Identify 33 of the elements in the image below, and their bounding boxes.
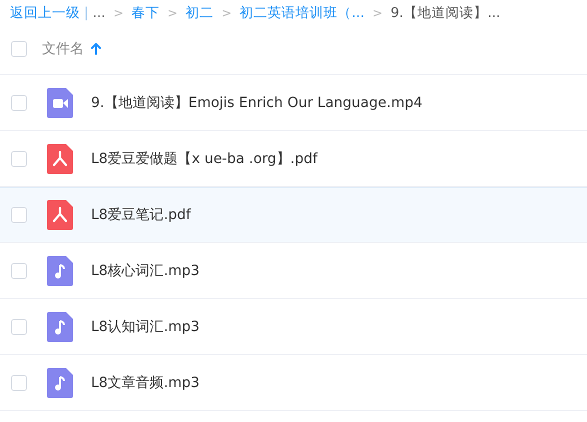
video-file-icon bbox=[47, 88, 73, 118]
audio-file-icon bbox=[47, 368, 73, 398]
file-name[interactable]: L8爱豆爱做题【x ue-ba .org】.pdf bbox=[91, 150, 318, 168]
row-checkbox[interactable] bbox=[11, 207, 27, 223]
file-name[interactable]: L8爱豆笔记.pdf bbox=[91, 206, 191, 224]
file-row[interactable]: 9.【地道阅读】Emojis Enrich Our Language.mp4 bbox=[0, 75, 587, 131]
column-header[interactable]: 文件名 bbox=[42, 40, 84, 58]
row-checkbox[interactable] bbox=[11, 150, 27, 166]
file-name[interactable]: L8文章音频.mp3 bbox=[91, 374, 200, 392]
breadcrumb-divider: | bbox=[84, 5, 89, 21]
select-all-checkbox[interactable] bbox=[11, 41, 27, 57]
audio-file-icon bbox=[47, 256, 73, 286]
breadcrumb-separator: > bbox=[113, 6, 124, 20]
audio-file-icon bbox=[47, 312, 73, 342]
file-name[interactable]: L8认知词汇.mp3 bbox=[91, 318, 200, 336]
file-row[interactable]: L8认知词汇.mp3 bbox=[0, 299, 587, 355]
breadcrumb-ellipsis[interactable]: ... bbox=[92, 5, 106, 21]
breadcrumb-separator: > bbox=[168, 6, 178, 20]
row-checkbox[interactable] bbox=[11, 374, 27, 390]
pdf-file-icon bbox=[47, 200, 73, 230]
row-checkbox[interactable] bbox=[11, 94, 27, 110]
file-name[interactable]: L8核心词汇.mp3 bbox=[91, 262, 200, 280]
breadcrumb-separator: > bbox=[372, 6, 383, 20]
file-row[interactable]: L8核心词汇.mp3 bbox=[0, 243, 587, 299]
sort-arrow-icon[interactable] bbox=[91, 43, 101, 55]
file-row[interactable]: L8文章音频.mp3 bbox=[0, 355, 587, 411]
file-name[interactable]: 9.【地道阅读】Emojis Enrich Our Language.mp4 bbox=[91, 94, 422, 112]
row-checkbox[interactable] bbox=[11, 318, 27, 334]
row-checkbox[interactable] bbox=[11, 262, 27, 278]
breadcrumb-separator: > bbox=[222, 6, 232, 20]
file-row[interactable]: L8爱豆笔记.pdf bbox=[0, 187, 587, 243]
pdf-file-icon bbox=[47, 144, 73, 174]
breadcrumb-current: 9.【地道阅读】... bbox=[390, 4, 500, 22]
